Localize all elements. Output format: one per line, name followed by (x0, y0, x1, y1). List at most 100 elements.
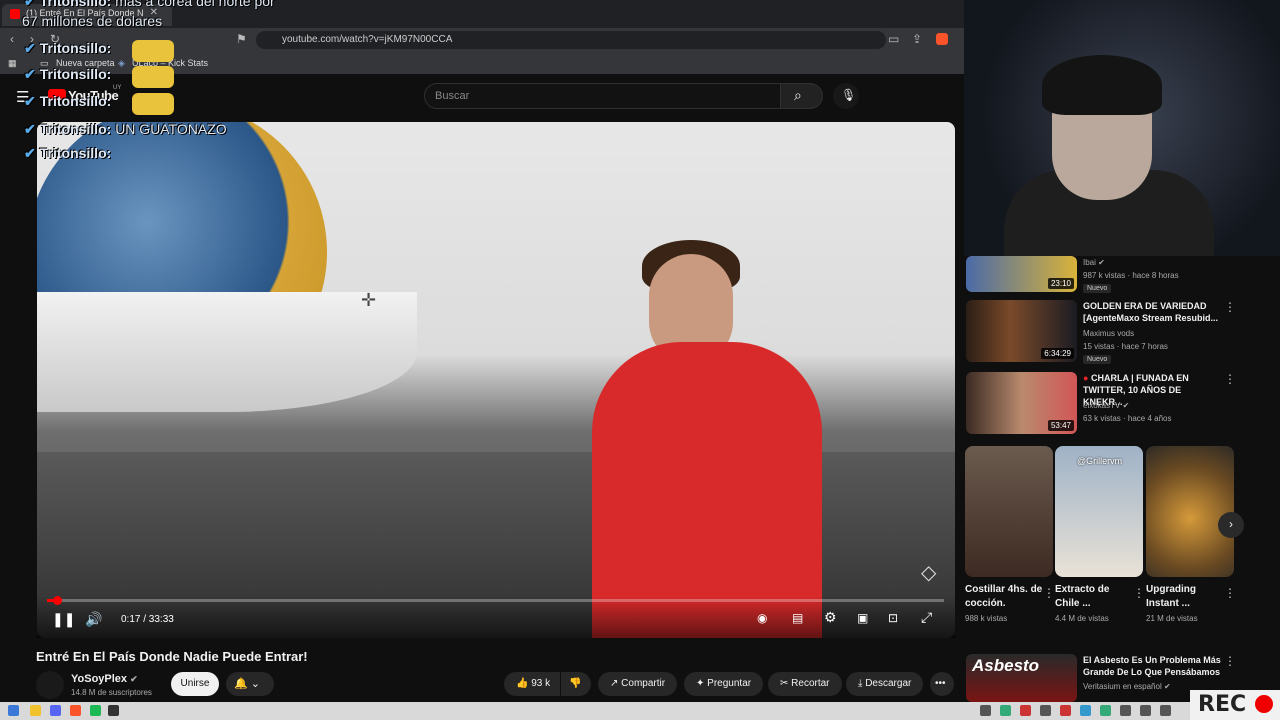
chat-emote (132, 66, 174, 88)
chat-line: ✔ Tritonsillo: (24, 66, 112, 82)
time-display: 0:17 / 33:33 (121, 614, 174, 625)
video-thumbnail[interactable]: Asbesto (966, 654, 1077, 702)
chat-line: 67 millones de dolares (22, 13, 163, 29)
rec-meta: 63 k vistas · hace 4 años (1083, 414, 1172, 423)
channel-name[interactable]: YoSoyPlex ✔ (71, 673, 138, 685)
screen-icon[interactable]: ▭ (888, 32, 899, 46)
back-icon[interactable]: ‹ (10, 32, 14, 46)
share-icon[interactable]: ⇪ (912, 32, 922, 46)
record-dot-icon (1255, 695, 1273, 713)
more-vertical-icon[interactable]: ⋮ (1133, 586, 1145, 600)
recommendation-item[interactable]: 23:10 Ibai ✔ 987 k vistas · hace 8 horas… (966, 256, 1266, 296)
tray-icon[interactable] (1060, 705, 1071, 716)
more-vertical-icon[interactable]: ⋮ (1224, 586, 1236, 600)
tray-icon[interactable] (1120, 705, 1131, 716)
short-item[interactable]: Upgrading Instant ... 21 M de vistas ⋮ (1146, 446, 1236, 623)
video-thumbnail[interactable]: 6:34:29 (966, 300, 1077, 362)
rec-channel[interactable]: Veritasium en español ✔ (1083, 682, 1171, 691)
shorts-next-button[interactable]: › (1218, 512, 1244, 538)
rec-title[interactable]: GOLDEN ERA DE VARIEDAD [AgenteMaxo Strea… (1083, 300, 1223, 324)
short-item[interactable]: @Grillervm Extracto de Chile ... 4.4 M d… (1055, 446, 1145, 623)
like-button[interactable]: 👍 93 k (504, 672, 560, 696)
recommendation-item[interactable]: 6:34:29 GOLDEN ERA DE VARIEDAD [AgenteMa… (966, 300, 1266, 364)
verified-icon: ✔ (1098, 258, 1105, 267)
bookmark-icon[interactable]: ⚑ (236, 32, 247, 46)
more-vertical-icon[interactable]: ⋮ (1224, 372, 1236, 386)
cursor-crosshair-icon: ✛ (361, 290, 377, 310)
video-player[interactable]: ✛ ◇ (37, 122, 955, 638)
rec-title[interactable]: El Asbesto Es Un Problema Más Grande De … (1083, 654, 1223, 678)
notifications-button[interactable]: 🔔 ⌄ (226, 672, 274, 696)
tray-icon[interactable] (1140, 705, 1151, 716)
progress-bar[interactable] (47, 599, 944, 602)
recommendation-item[interactable]: 53:47 ● CHARLA | FUNADA EN TWITTER, 10 A… (966, 372, 1266, 436)
short-title[interactable]: Extracto de Chile ... (1055, 583, 1133, 611)
subtitles-icon[interactable]: ▤ (792, 611, 803, 625)
obs-icon[interactable] (108, 705, 119, 716)
brave-icon[interactable] (70, 705, 81, 716)
autoplay-toggle-icon[interactable]: ◉ (757, 611, 767, 625)
settings-icon[interactable]: ⚙ (824, 609, 837, 626)
tray-icon[interactable] (1160, 705, 1171, 716)
chat-emote (132, 93, 174, 115)
tray-icon[interactable] (1000, 705, 1011, 716)
search-button[interactable]: ⌕ (781, 83, 823, 109)
spotify-icon[interactable] (90, 705, 101, 716)
tray-icon[interactable] (1080, 705, 1091, 716)
address-bar[interactable]: youtube.com/watch?v=jKM97N00CCA (256, 31, 886, 49)
rec-channel[interactable]: Maximus vods (1083, 329, 1134, 338)
bell-icon: 🔔 (234, 678, 248, 690)
video-thumbnail[interactable]: 53:47 (966, 372, 1077, 434)
volume-icon[interactable]: 🔊 (85, 611, 102, 628)
chat-badge-icon: ✔ (24, 66, 36, 82)
brave-shield-icon[interactable] (936, 33, 948, 45)
more-vertical-icon[interactable]: ⋮ (1043, 586, 1055, 600)
more-actions-button[interactable]: ••• (930, 672, 954, 696)
rec-channel[interactable]: elxokasTV ✔ (1083, 401, 1129, 410)
rec-channel[interactable]: Ibai ✔ (1083, 258, 1105, 267)
chat-line: ✔ Tritonsillo: (24, 145, 112, 161)
apps-grid-icon[interactable]: ▦ (8, 58, 17, 69)
channel-watermark-icon[interactable]: ◇ (921, 560, 936, 585)
file-explorer-icon[interactable] (30, 705, 41, 716)
short-thumbnail[interactable] (965, 446, 1053, 577)
channel-avatar[interactable] (36, 671, 64, 699)
progress-scrubber[interactable] (52, 596, 62, 605)
short-title[interactable]: Costillar 4hs. de cocción. (965, 583, 1043, 611)
kick-icon: ◈ (118, 58, 125, 68)
cast-icon[interactable]: ⊡ (888, 611, 898, 625)
more-vertical-icon[interactable]: ⋮ (1224, 300, 1236, 314)
fullscreen-icon[interactable]: ⤢ (921, 609, 932, 626)
voice-search-button[interactable]: 🎙 (833, 83, 859, 109)
chat-badge-icon: ✔ (24, 145, 36, 161)
rec-meta: 15 vistas · hace 7 horas (1083, 342, 1168, 351)
short-thumbnail[interactable] (1146, 446, 1234, 577)
discord-icon[interactable] (50, 705, 61, 716)
os-taskbar (0, 702, 1190, 720)
miniplayer-icon[interactable]: ▣ (857, 611, 868, 625)
short-title[interactable]: Upgrading Instant ... (1146, 583, 1224, 611)
clip-button[interactable]: ✂ Recortar (768, 672, 842, 696)
youtube-favicon-icon (10, 9, 20, 19)
tray-icon[interactable] (1040, 705, 1051, 716)
short-item[interactable]: Costillar 4hs. de cocción. 988 k vistas … (965, 446, 1055, 623)
download-button[interactable]: ⤓ Descargar (846, 672, 924, 696)
tray-icon[interactable] (1020, 705, 1031, 716)
streamer-webcam (964, 0, 1280, 256)
start-icon[interactable] (8, 705, 19, 716)
video-title: Entré En El País Donde Nadie Puede Entra… (36, 649, 308, 664)
pause-icon[interactable]: ❚❚ (52, 611, 75, 628)
webcam-headphones (1042, 55, 1162, 115)
search-icon: ⌕ (794, 87, 802, 103)
ask-button[interactable]: ✦ Preguntar (684, 672, 764, 696)
search-input[interactable]: Buscar (424, 83, 781, 109)
tray-icon[interactable] (980, 705, 991, 716)
tray-icon[interactable] (1100, 705, 1111, 716)
dislike-button[interactable]: 👎 (561, 672, 591, 696)
more-vertical-icon[interactable]: ⋮ (1224, 654, 1236, 668)
video-thumbnail[interactable]: 23:10 (966, 256, 1077, 292)
join-button[interactable]: Unirse (171, 672, 219, 696)
chat-badge-icon: ✔ (24, 121, 36, 137)
share-button[interactable]: ↗ Compartir (598, 672, 678, 696)
short-thumbnail[interactable]: @Grillervm (1055, 446, 1143, 577)
